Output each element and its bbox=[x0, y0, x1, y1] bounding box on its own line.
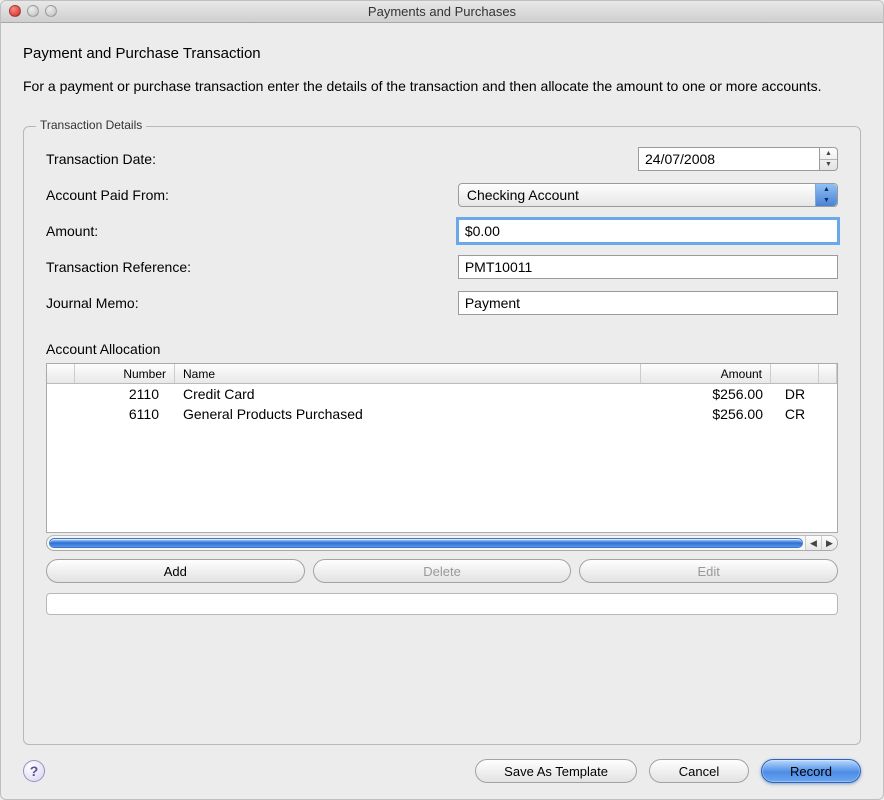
select-endcap-icon: ▲▼ bbox=[815, 184, 837, 206]
fieldset-legend: Transaction Details bbox=[36, 118, 146, 132]
scroll-left-icon[interactable]: ◀ bbox=[805, 536, 821, 550]
account-from-select[interactable]: Checking Account ▲▼ bbox=[458, 183, 838, 207]
status-strip bbox=[46, 593, 838, 615]
cell-number: 6110 bbox=[75, 405, 175, 423]
close-icon[interactable] bbox=[9, 5, 21, 17]
footer: ? Save As Template Cancel Record bbox=[23, 759, 861, 783]
transaction-date-input[interactable] bbox=[638, 147, 820, 171]
horizontal-scrollbar[interactable]: ◀ ▶ bbox=[46, 535, 838, 551]
row-account-from: Account Paid From: Checking Account ▲▼ bbox=[46, 183, 838, 207]
cell-number: 2110 bbox=[75, 385, 175, 403]
col-name[interactable]: Name bbox=[175, 364, 641, 383]
save-template-button[interactable]: Save As Template bbox=[475, 759, 637, 783]
cell-drcr: CR bbox=[771, 405, 819, 423]
col-tail bbox=[819, 364, 837, 383]
page-heading: Payment and Purchase Transaction bbox=[23, 45, 861, 62]
cell-drcr: DR bbox=[771, 385, 819, 403]
window: Payments and Purchases Payment and Purch… bbox=[0, 0, 884, 800]
add-button[interactable]: Add bbox=[46, 559, 305, 583]
record-button[interactable]: Record bbox=[761, 759, 861, 783]
allocation-button-row: Add Delete Edit bbox=[46, 559, 838, 583]
row-memo: Journal Memo: bbox=[46, 291, 838, 315]
chevron-down-icon[interactable]: ▼ bbox=[820, 160, 837, 171]
titlebar: Payments and Purchases bbox=[1, 1, 883, 23]
table-body: 2110Credit Card$256.00DR6110General Prod… bbox=[47, 384, 837, 532]
chevron-up-icon[interactable]: ▲ bbox=[820, 148, 837, 160]
cancel-button[interactable]: Cancel bbox=[649, 759, 749, 783]
transaction-details-fieldset: Transaction Details Transaction Date: ▲ … bbox=[23, 126, 861, 745]
row-reference: Transaction Reference: bbox=[46, 255, 838, 279]
row-amount: Amount: bbox=[46, 219, 838, 243]
window-controls bbox=[9, 5, 57, 17]
delete-button[interactable]: Delete bbox=[313, 559, 572, 583]
label-reference: Transaction Reference: bbox=[46, 259, 458, 275]
allocation-table: Number Name Amount 2110Credit Card$256.0… bbox=[46, 363, 838, 533]
col-number[interactable]: Number bbox=[75, 364, 175, 383]
scrollbar-thumb[interactable] bbox=[49, 538, 803, 548]
label-transaction-date: Transaction Date: bbox=[46, 151, 458, 167]
account-from-value: Checking Account bbox=[467, 187, 579, 203]
label-memo: Journal Memo: bbox=[46, 295, 458, 311]
content: Payment and Purchase Transaction For a p… bbox=[1, 23, 883, 799]
page-description: For a payment or purchase transaction en… bbox=[23, 72, 861, 100]
zoom-icon[interactable] bbox=[45, 5, 57, 17]
window-title: Payments and Purchases bbox=[368, 4, 516, 19]
scroll-right-icon[interactable]: ▶ bbox=[821, 536, 837, 550]
col-icon[interactable] bbox=[47, 364, 75, 383]
date-stepper[interactable]: ▲ ▼ bbox=[820, 147, 838, 171]
amount-input[interactable] bbox=[458, 219, 838, 243]
memo-input[interactable] bbox=[458, 291, 838, 315]
label-account-from: Account Paid From: bbox=[46, 187, 458, 203]
cell-name: Credit Card bbox=[175, 385, 641, 403]
table-row[interactable]: 6110General Products Purchased$256.00CR bbox=[47, 404, 837, 424]
minimize-icon[interactable] bbox=[27, 5, 39, 17]
col-drcr[interactable] bbox=[771, 364, 819, 383]
col-amount[interactable]: Amount bbox=[641, 364, 771, 383]
allocation-heading: Account Allocation bbox=[46, 341, 838, 357]
label-amount: Amount: bbox=[46, 223, 458, 239]
row-transaction-date: Transaction Date: ▲ ▼ bbox=[46, 147, 838, 171]
reference-input[interactable] bbox=[458, 255, 838, 279]
table-header: Number Name Amount bbox=[47, 364, 837, 384]
help-button[interactable]: ? bbox=[23, 760, 45, 782]
cell-amount: $256.00 bbox=[641, 385, 771, 403]
table-row[interactable]: 2110Credit Card$256.00DR bbox=[47, 384, 837, 404]
cell-name: General Products Purchased bbox=[175, 405, 641, 423]
edit-button[interactable]: Edit bbox=[579, 559, 838, 583]
cell-amount: $256.00 bbox=[641, 405, 771, 423]
